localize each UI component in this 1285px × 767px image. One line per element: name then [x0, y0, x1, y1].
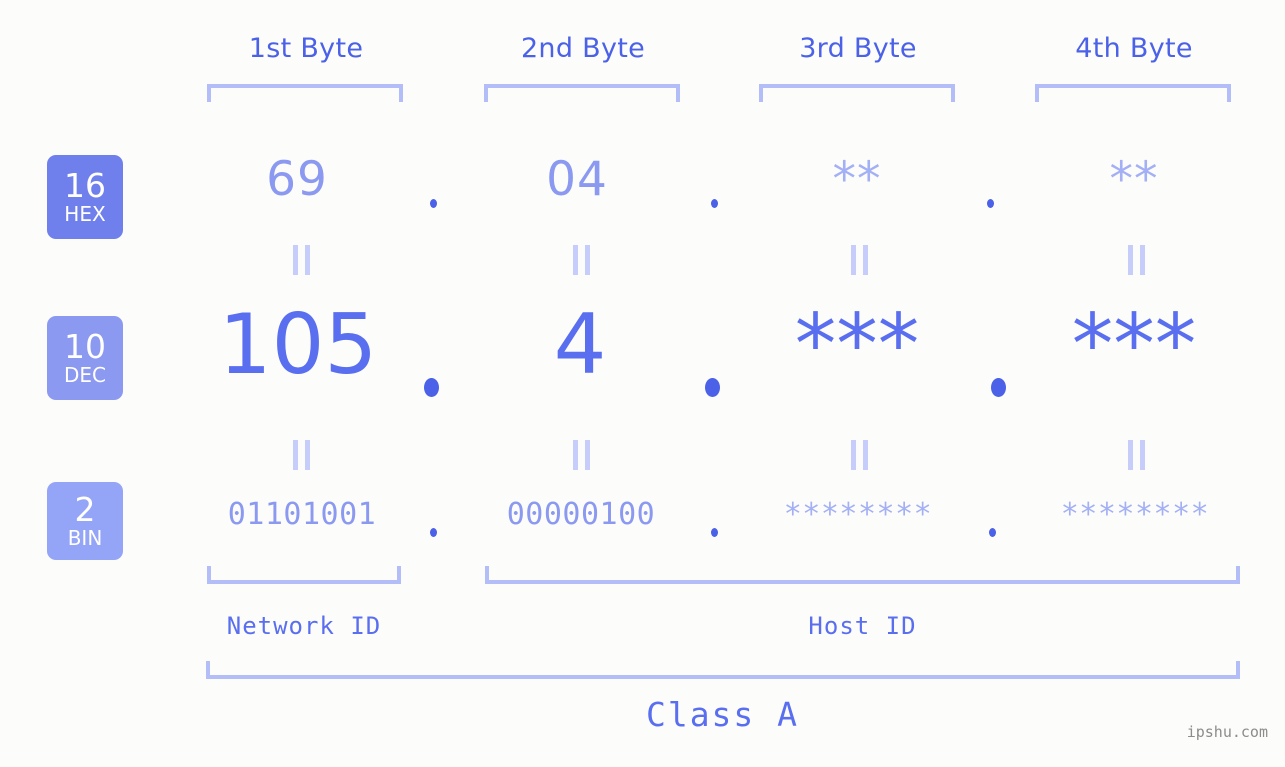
- base-badge-dec-name: DEC: [63, 363, 106, 388]
- hex-separator-dot-3: [987, 199, 994, 208]
- dec-value-byte-2: 4: [553, 296, 607, 393]
- equals-marker-dec-bin-2: [569, 440, 593, 470]
- equals-marker-hex-dec-3: [847, 245, 871, 275]
- dec-value-byte-4: ***: [1071, 296, 1197, 393]
- base-badge-bin: 2 BIN: [47, 482, 123, 560]
- base-badge-hex-name: HEX: [64, 202, 106, 227]
- equals-marker-hex-dec-2: [569, 245, 593, 275]
- base-badge-dec-number: 10: [64, 326, 106, 366]
- byte-header-2: 2nd Byte: [520, 33, 646, 64]
- hex-value-byte-4: **: [1109, 152, 1159, 207]
- bin-value-byte-3: ********: [783, 497, 933, 532]
- byte-bracket-1: [207, 84, 403, 102]
- network-id-label: Network ID: [226, 612, 382, 640]
- equals-marker-dec-bin-4: [1124, 440, 1148, 470]
- hex-value-byte-3: **: [832, 152, 882, 207]
- bin-separator-dot-1: [430, 528, 437, 537]
- dec-value-byte-3: ***: [794, 296, 920, 393]
- bin-value-byte-4: ********: [1060, 497, 1210, 532]
- class-bracket: [206, 661, 1240, 679]
- ip-address-breakdown-diagram: 1st Byte 2nd Byte 3rd Byte 4th Byte 16 H…: [0, 0, 1285, 767]
- byte-header-3: 3rd Byte: [799, 33, 917, 64]
- base-badge-hex: 16 HEX: [47, 155, 123, 239]
- hex-separator-dot-2: [711, 199, 718, 208]
- host-id-bracket: [485, 566, 1240, 584]
- equals-marker-dec-bin-1: [289, 440, 313, 470]
- bin-separator-dot-2: [711, 528, 718, 537]
- byte-header-1: 1st Byte: [248, 33, 364, 64]
- base-badge-dec: 10 DEC: [47, 316, 123, 400]
- dec-separator-dot-1: [424, 378, 439, 397]
- hex-separator-dot-1: [430, 199, 437, 208]
- bin-value-byte-1: 01101001: [227, 497, 377, 532]
- hex-value-byte-1: 69: [266, 152, 328, 207]
- host-id-label: Host ID: [808, 612, 917, 640]
- equals-marker-hex-dec-4: [1124, 245, 1148, 275]
- site-watermark: ipshu.com: [1186, 723, 1268, 741]
- byte-bracket-2: [484, 84, 680, 102]
- dec-separator-dot-2: [705, 378, 720, 397]
- bin-separator-dot-3: [989, 528, 996, 537]
- byte-bracket-3: [759, 84, 955, 102]
- class-label: Class A: [645, 695, 800, 734]
- byte-header-4: 4th Byte: [1075, 33, 1193, 64]
- hex-value-byte-2: 04: [546, 152, 608, 207]
- byte-bracket-4: [1035, 84, 1231, 102]
- dec-separator-dot-3: [991, 378, 1006, 397]
- network-id-bracket: [207, 566, 401, 584]
- base-badge-bin-name: BIN: [67, 526, 103, 551]
- bin-value-byte-2: 00000100: [506, 497, 656, 532]
- equals-marker-dec-bin-3: [847, 440, 871, 470]
- dec-value-byte-1: 105: [218, 296, 378, 393]
- equals-marker-hex-dec-1: [289, 245, 313, 275]
- base-badge-bin-number: 2: [74, 489, 96, 529]
- base-badge-hex-number: 16: [64, 165, 106, 205]
